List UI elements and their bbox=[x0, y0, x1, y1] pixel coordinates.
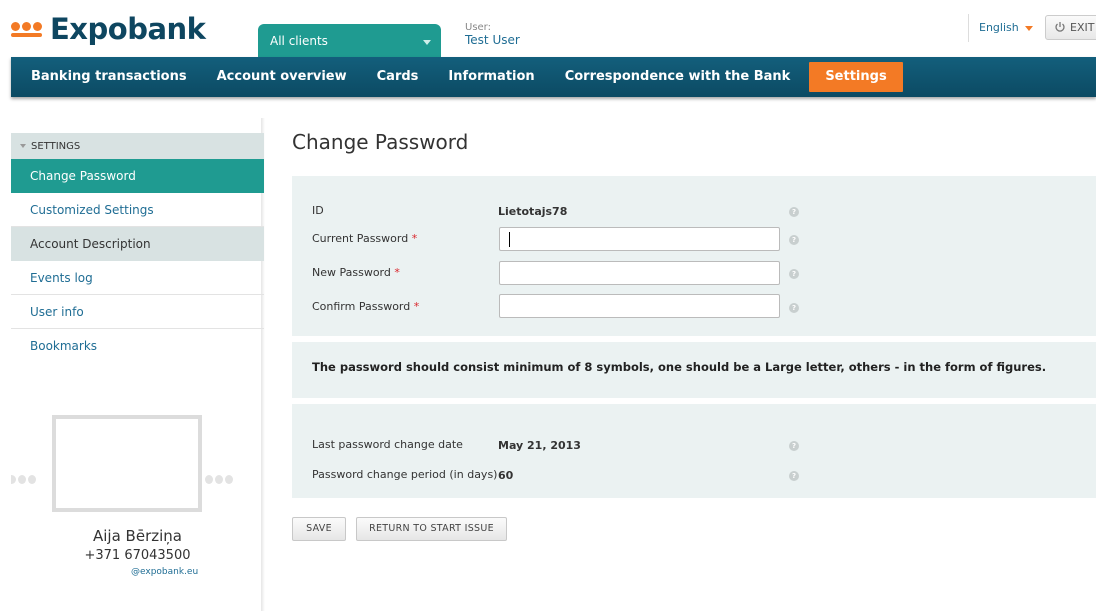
return-to-start-button[interactable]: RETURN TO START ISSUE bbox=[356, 517, 507, 541]
new-password-input[interactable] bbox=[499, 261, 780, 285]
sidebar-item-bookmarks[interactable]: Bookmarks bbox=[11, 329, 264, 363]
user-name[interactable]: Test User bbox=[465, 34, 520, 46]
sidebar: SETTINGS Change Password Customized Sett… bbox=[11, 133, 270, 611]
sidebar-item-change-password[interactable]: Change Password bbox=[11, 159, 270, 193]
user-info: User: Test User bbox=[465, 22, 520, 46]
question-icon[interactable]: ? bbox=[789, 235, 799, 245]
contact-email[interactable]: @expobank.eu bbox=[131, 567, 198, 577]
nav-cards[interactable]: Cards bbox=[362, 57, 434, 97]
password-form: ID Lietotajs78 ? Current Password * ? Ne… bbox=[292, 176, 1096, 336]
last-change-value: May 21, 2013 bbox=[498, 439, 581, 452]
sidebar-header[interactable]: SETTINGS bbox=[11, 133, 264, 159]
nav-settings[interactable]: Settings bbox=[809, 62, 903, 92]
contact-phone: +371 67043500 bbox=[84, 548, 191, 563]
logo-text: Expobank bbox=[50, 12, 206, 46]
decorative-dots-icon bbox=[205, 475, 233, 484]
id-value: Lietotajs78 bbox=[498, 205, 568, 218]
header: Expobank All clients User: Test User Eng… bbox=[0, 0, 1096, 57]
nav-information[interactable]: Information bbox=[433, 57, 549, 97]
page-title: Change Password bbox=[292, 130, 469, 154]
question-icon[interactable]: ? bbox=[789, 471, 799, 481]
exit-label: EXIT bbox=[1070, 21, 1095, 34]
confirm-password-input[interactable] bbox=[499, 294, 780, 318]
language-label: English bbox=[979, 21, 1019, 34]
question-icon[interactable]: ? bbox=[789, 441, 799, 451]
password-rules-notice: The password should consist minimum of 8… bbox=[312, 360, 1047, 374]
save-button[interactable]: SAVE bbox=[292, 517, 346, 541]
last-change-label: Last password change date bbox=[312, 438, 463, 451]
id-label: ID bbox=[312, 204, 324, 217]
chevron-down-icon bbox=[20, 144, 26, 148]
client-selector-label: All clients bbox=[270, 34, 328, 48]
sidebar-item-account-description[interactable]: Account Description bbox=[11, 227, 264, 261]
current-password-label: Current Password * bbox=[312, 232, 418, 245]
contact-photo bbox=[52, 415, 202, 512]
confirm-password-label: Confirm Password * bbox=[312, 300, 420, 313]
change-period-value: 60 bbox=[498, 469, 514, 482]
password-rules-panel: The password should consist minimum of 8… bbox=[292, 342, 1096, 398]
contact-name: Aija Bērziņa bbox=[93, 527, 182, 545]
nav-banking-transactions[interactable]: Banking transactions bbox=[11, 57, 202, 97]
language-selector[interactable]: English bbox=[968, 14, 1033, 42]
expobank-logo[interactable]: Expobank bbox=[11, 12, 206, 46]
chevron-down-icon bbox=[1024, 25, 1033, 31]
sidebar-item-events-log[interactable]: Events log bbox=[11, 261, 264, 295]
question-icon[interactable]: ? bbox=[789, 269, 799, 279]
question-icon[interactable]: ? bbox=[789, 303, 799, 313]
power-icon bbox=[1055, 22, 1065, 32]
nav-account-overview[interactable]: Account overview bbox=[202, 57, 362, 97]
nav-correspondence[interactable]: Correspondence with the Bank bbox=[550, 57, 806, 97]
contact-card: Aija Bērziņa +371 67043500 @expobank.eu bbox=[11, 415, 264, 611]
new-password-label: New Password * bbox=[312, 266, 400, 279]
sidebar-item-user-info[interactable]: User info bbox=[11, 295, 264, 329]
current-password-input[interactable] bbox=[499, 227, 780, 251]
logo-mark-icon bbox=[11, 21, 42, 37]
decorative-dots-icon bbox=[11, 475, 36, 484]
password-info-panel: Last password change date May 21, 2013 ?… bbox=[292, 404, 1096, 498]
change-period-label: Password change period (in days) bbox=[312, 468, 498, 481]
chevron-down-icon bbox=[423, 40, 431, 45]
main-nav: Banking transactions Account overview Ca… bbox=[11, 57, 1096, 97]
sidebar-header-label: SETTINGS bbox=[31, 141, 81, 152]
question-icon[interactable]: ? bbox=[789, 207, 799, 217]
exit-button[interactable]: EXIT bbox=[1045, 15, 1096, 40]
sidebar-item-customized-settings[interactable]: Customized Settings bbox=[11, 193, 264, 227]
client-selector[interactable]: All clients bbox=[258, 24, 441, 57]
